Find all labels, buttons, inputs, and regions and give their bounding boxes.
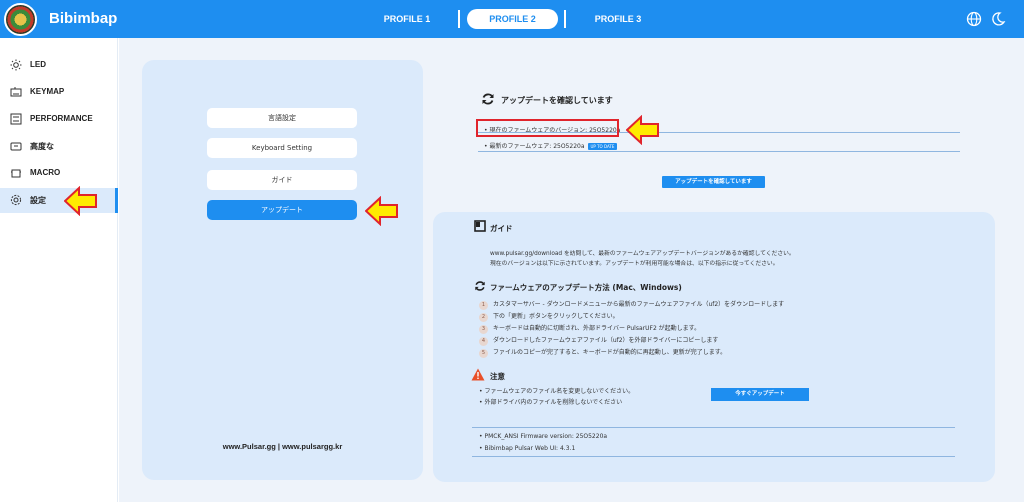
sidebar-item-led[interactable]: LED bbox=[0, 53, 118, 78]
advanced-icon bbox=[10, 142, 22, 151]
gear-icon bbox=[10, 194, 22, 206]
step-item: 1 カスタマーサバー - ダウンロードメニューから最新のファームウェアファイル（u… bbox=[479, 299, 784, 310]
arrow-annotation bbox=[365, 196, 398, 226]
macro-icon bbox=[11, 169, 21, 178]
keyboard-icon bbox=[10, 87, 22, 97]
sidebar-item-label: PERFORMANCE bbox=[30, 114, 93, 123]
tab-profile-1[interactable]: PROFILE 1 bbox=[376, 9, 438, 29]
update-button[interactable]: アップデート bbox=[207, 200, 357, 220]
tab-separator bbox=[458, 10, 460, 28]
guide-intro-line-1: www.pulsar.gg/download を訪問して、最新のファームウェアア… bbox=[490, 251, 795, 257]
latest-firmware-row: • 最新のファームウェア: 25O5220a UP TO DATE bbox=[484, 141, 618, 150]
step-item: 3 キーボードは自動的に切断され、外部ドライバー PulsarUF2 が起動します… bbox=[479, 323, 700, 334]
up-to-date-badge: UP TO DATE bbox=[587, 143, 618, 150]
language-settings-button[interactable]: 言語設定 bbox=[207, 108, 357, 128]
guide-title: ガイド bbox=[490, 224, 513, 233]
website-links[interactable]: www.Pulsar.gg | www.pulsargg.kr bbox=[142, 442, 423, 451]
arrow-annotation bbox=[626, 115, 659, 145]
sliders-icon bbox=[10, 113, 22, 125]
warning-icon bbox=[471, 368, 485, 381]
latest-firmware-version: • 最新のファームウェア: 25O5220a bbox=[484, 143, 585, 150]
step-number: 1 bbox=[479, 301, 488, 310]
sidebar-item-label: 設定 bbox=[30, 196, 46, 205]
sidebar-item-advanced[interactable]: 高度な bbox=[0, 134, 118, 159]
step-item: 4 ダウンロードしたファームウェアファイル（uf2）を外部ドライバーにコピーします bbox=[479, 335, 718, 346]
step-number: 3 bbox=[479, 325, 488, 334]
guide-button[interactable]: ガイド bbox=[207, 170, 357, 190]
arrow-annotation bbox=[64, 186, 97, 216]
caution-item: • 外部ドライバ内のファイルを削除しないでください bbox=[479, 399, 623, 406]
step-item: 2 下の「更新」ボタンをクリックしてください。 bbox=[479, 311, 619, 322]
globe-icon[interactable] bbox=[966, 11, 982, 27]
keyboard-firmware-version: • PMCK_ANSI Firmware version: 25O5220a bbox=[479, 433, 608, 440]
sidebar-item-keymap[interactable]: KEYMAP bbox=[0, 80, 118, 105]
sidebar-item-settings[interactable]: 設定 bbox=[0, 188, 118, 213]
keyboard-setting-button[interactable]: Keyboard Setting bbox=[207, 138, 357, 158]
update-check-title: アップデートを確認しています bbox=[501, 96, 613, 105]
moon-icon[interactable] bbox=[990, 11, 1006, 27]
sidebar-item-performance[interactable]: PERFORMANCE bbox=[0, 107, 118, 132]
refresh-icon bbox=[475, 281, 485, 291]
divider bbox=[472, 456, 955, 457]
update-now-button[interactable]: 今すぐアップデート bbox=[711, 388, 809, 401]
step-number: 4 bbox=[479, 337, 488, 346]
sidebar-item-label: LED bbox=[30, 60, 46, 69]
bookmark-icon bbox=[474, 220, 486, 232]
sidebar-item-macro[interactable]: MACRO bbox=[0, 161, 118, 186]
step-item: 5 ファイルのコピーが完了すると、キーボードが自動的に再起動し、更新が完了します。 bbox=[479, 347, 726, 358]
tab-separator bbox=[564, 10, 566, 28]
web-ui-version: • Bibimbap Pulsar Web UI: 4.3.1 bbox=[479, 445, 576, 452]
check-update-button[interactable]: アップデートを確認しています bbox=[662, 176, 765, 188]
guide-intro-line-2: 現在のバージョンは以下に示されています。アップデートが利用可能な場合は、以下の指… bbox=[490, 261, 779, 267]
tab-profile-3[interactable]: PROFILE 3 bbox=[587, 9, 649, 29]
sidebar-item-label: MACRO bbox=[30, 168, 61, 177]
highlight-box bbox=[476, 119, 619, 137]
sidebar-item-label: 高度な bbox=[30, 142, 54, 151]
brand-logo bbox=[4, 3, 37, 36]
caution-item: • ファームウェアのファイル名を変更しないでください。 bbox=[479, 388, 635, 395]
divider bbox=[478, 151, 960, 152]
step-number: 2 bbox=[479, 313, 488, 322]
caution-title: 注意 bbox=[490, 372, 505, 381]
tab-profile-2[interactable]: PROFILE 2 bbox=[467, 9, 558, 29]
brand-name: Bibimbap bbox=[49, 10, 118, 27]
refresh-icon bbox=[482, 93, 494, 105]
sun-icon bbox=[10, 59, 22, 71]
update-method-title: ファームウェアのアップデート方法 (Mac、Windows) bbox=[490, 283, 682, 292]
step-number: 5 bbox=[479, 349, 488, 358]
top-bar: Bibimbap PROFILE 1 PROFILE 2 PROFILE 3 bbox=[0, 0, 1024, 38]
sidebar-item-label: KEYMAP bbox=[30, 87, 65, 96]
divider bbox=[472, 427, 955, 428]
